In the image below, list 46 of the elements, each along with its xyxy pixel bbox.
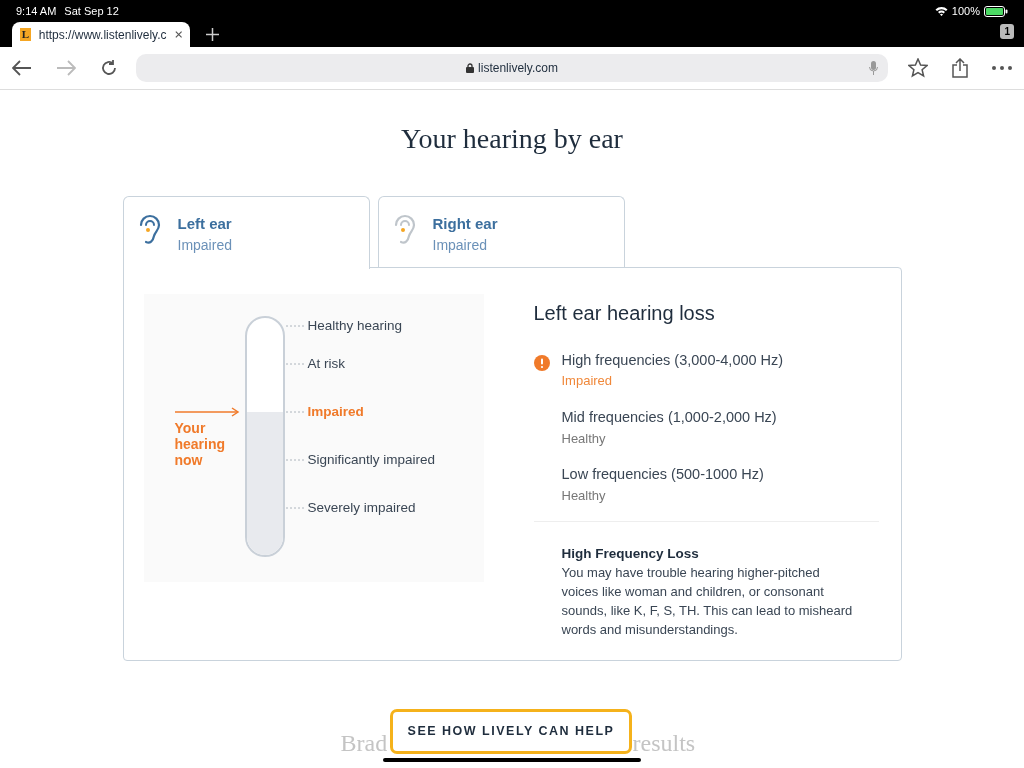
explanation-text: You may have trouble hearing higher-pitched voices like woman and children, or consonant sounds, like K, F, S, TH. This can lead to misheard words and misunderstandings. <box>561 564 854 640</box>
reload-icon[interactable] <box>100 59 118 77</box>
wifi-icon <box>934 6 948 16</box>
ear-tab[interactable]: Left ear Impaired <box>122 195 370 269</box>
level-label: Severely impaired <box>307 499 416 516</box>
more-icon[interactable] <box>992 66 1012 70</box>
star-icon[interactable] <box>908 58 928 78</box>
frequency-status: Healthy <box>561 486 607 505</box>
pointer-label: Your hearing now <box>174 419 227 468</box>
close-icon[interactable] <box>174 30 182 39</box>
site-favicon: L <box>20 28 31 41</box>
frequency-name: Mid frequencies (1,000-2,000 Hz) <box>561 407 777 427</box>
level-label: Significantly impaired <box>307 451 436 468</box>
ear-tab[interactable]: Right ear Impaired <box>377 195 625 267</box>
back-icon[interactable] <box>12 60 32 76</box>
new-tab-icon[interactable] <box>206 28 219 41</box>
ear-status: Impaired <box>177 236 232 256</box>
battery-percent: 100% <box>951 3 980 19</box>
status-date: Sat Sep 12 <box>64 3 119 19</box>
battery-icon <box>984 5 1008 17</box>
frequency-status: Impaired <box>561 372 614 391</box>
faded-heading: results <box>632 728 696 757</box>
explanation-title: High Frequency Loss <box>561 545 700 564</box>
section-title: Left ear hearing loss <box>533 300 716 326</box>
frequency-status: Healthy <box>561 429 607 448</box>
status-time: 9:14 AM <box>16 3 57 19</box>
frequency-name: Low frequencies (500-1000 Hz) <box>561 465 764 485</box>
pointer-arrow <box>173 406 239 417</box>
ear-label: Right ear <box>432 213 498 234</box>
tab-count[interactable]: 1 <box>1000 24 1014 39</box>
ear-status: Impaired <box>432 236 488 256</box>
ear-icon <box>392 212 417 247</box>
frequency-name: High frequencies (3,000-4,000 Hz) <box>561 350 784 370</box>
tab-title: https://www.listenlively.c <box>38 26 167 44</box>
lock-icon <box>466 63 475 73</box>
faded-heading: Brad <box>340 728 388 757</box>
ear-icon <box>137 212 162 247</box>
level-label: Healthy hearing <box>307 317 403 334</box>
browser-tab[interactable]: L https://www.listenlively.c <box>12 22 190 47</box>
address-bar[interactable]: listenlively.com <box>136 54 888 82</box>
ear-label: Left ear <box>177 213 232 234</box>
level-label: At risk <box>307 355 345 372</box>
share-icon[interactable] <box>952 58 968 78</box>
help-button[interactable]: SEE HOW LIVELY CAN HELP <box>389 709 633 754</box>
page-heading: Your hearing by ear <box>400 122 624 156</box>
level-label: Impaired <box>307 403 364 420</box>
